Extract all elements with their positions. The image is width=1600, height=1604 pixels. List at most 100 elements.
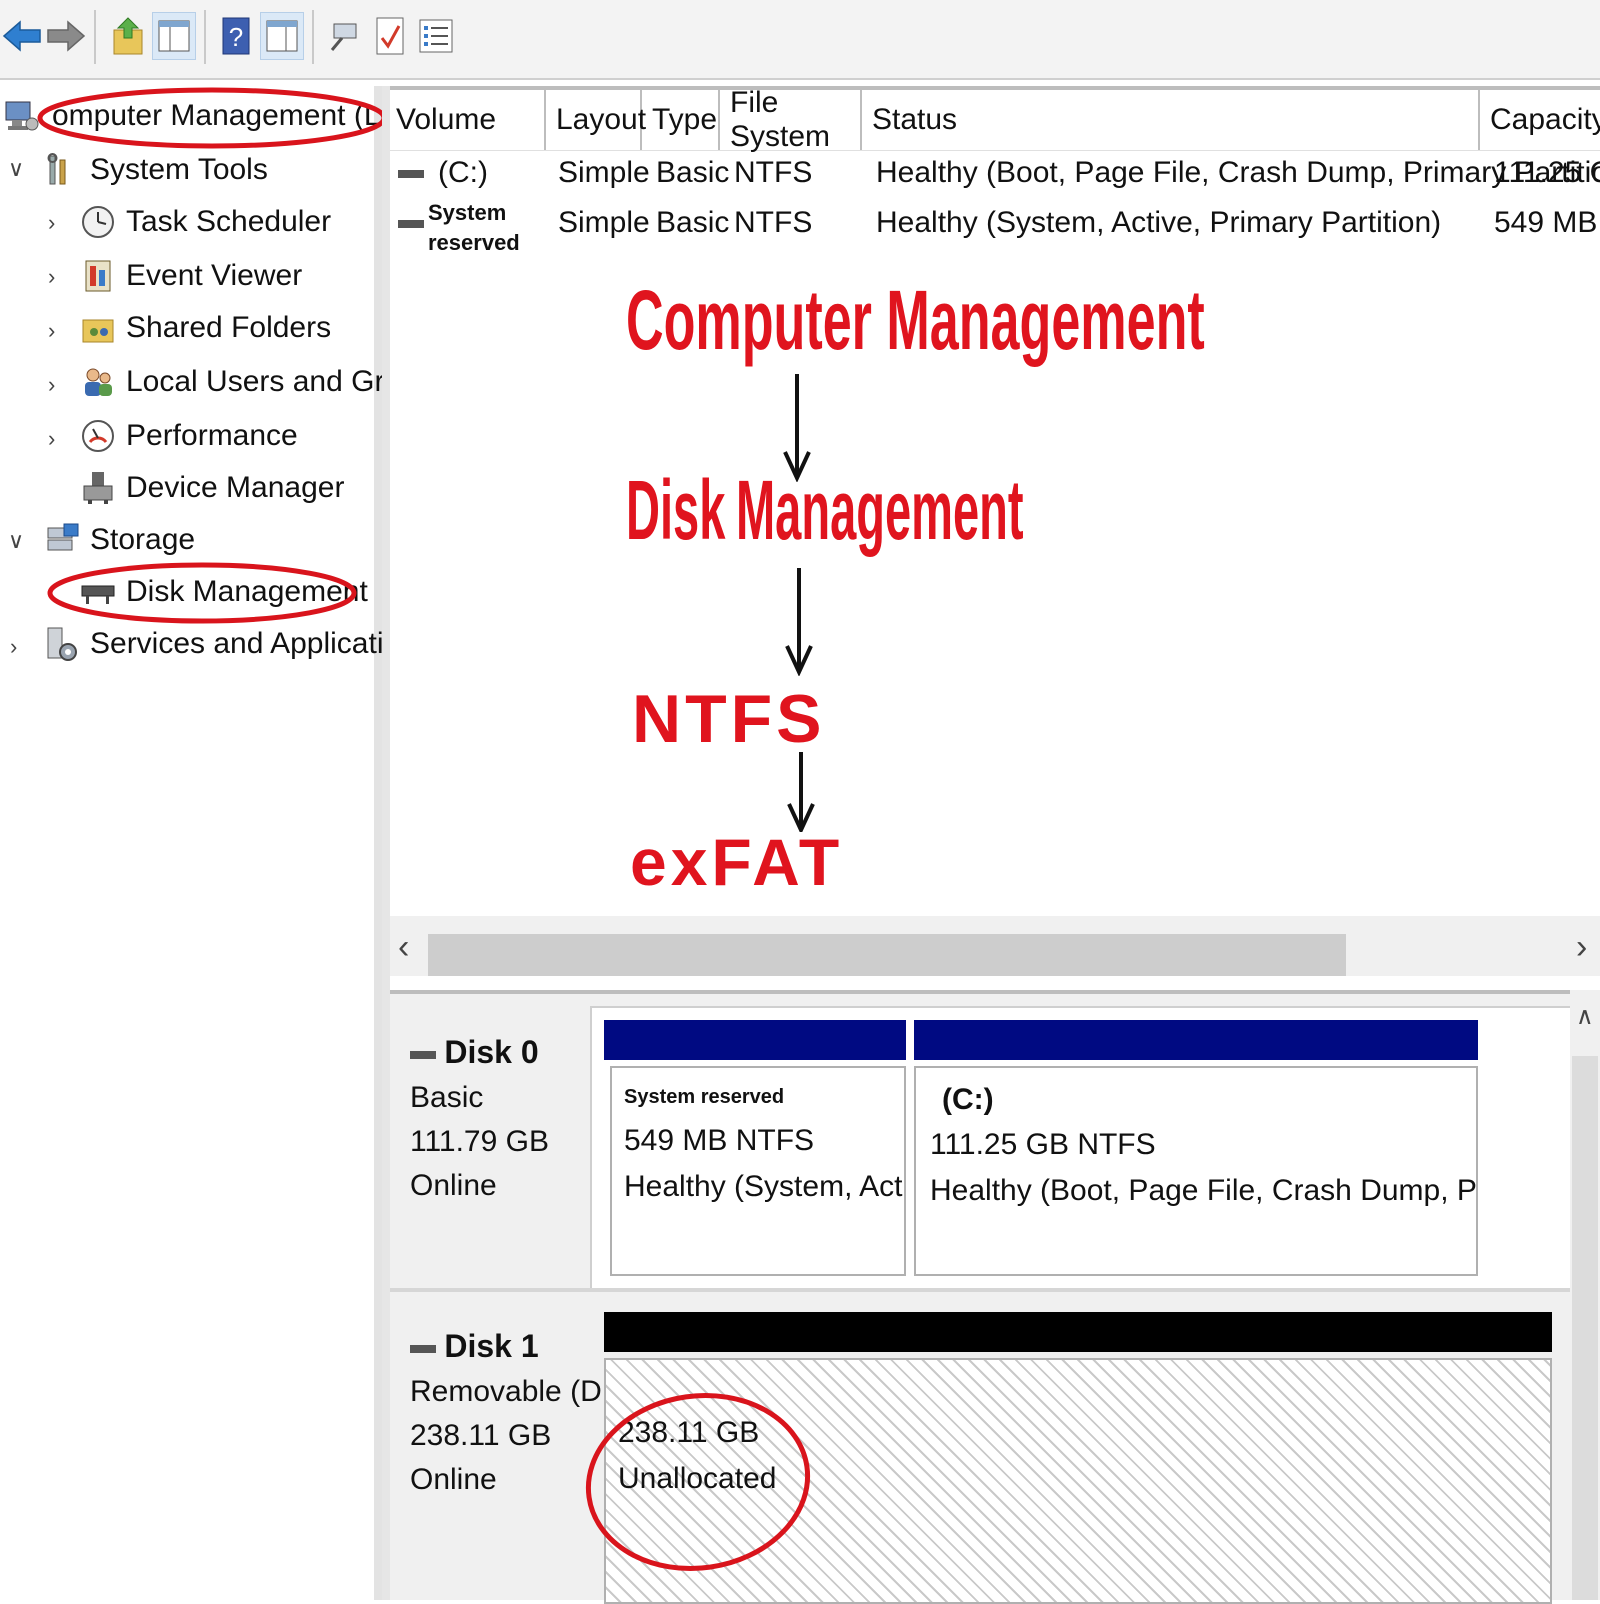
forward-arrow-icon[interactable]: [44, 12, 88, 60]
volume-name: System reserved: [428, 200, 520, 255]
annotation-step-exfat: exFAT: [630, 825, 844, 899]
scroll-right-icon[interactable]: ›: [1576, 928, 1587, 967]
svg-text:?: ?: [229, 22, 243, 52]
tree-item-event-viewer[interactable]: Event Viewer: [80, 252, 302, 300]
event-viewer-icon: [85, 260, 111, 292]
chevron-right-icon[interactable]: ›: [10, 634, 17, 660]
partition-size-fs: 549 MB NTFS: [624, 1124, 815, 1157]
up-folder-icon[interactable]: [106, 12, 150, 60]
volume-layout: Simple: [558, 206, 650, 239]
column-header-file-system[interactable]: File System: [720, 86, 862, 153]
chevron-down-icon[interactable]: ∨: [8, 156, 24, 182]
partition-c[interactable]: (C:) 111.25 GB NTFS Healthy (Boot, Page …: [914, 1066, 1478, 1276]
chevron-right-icon[interactable]: ›: [48, 426, 55, 452]
tree-item-device-manager[interactable]: Device Manager: [80, 464, 344, 512]
column-header-type[interactable]: Type: [642, 90, 720, 150]
drive-icon: [410, 1345, 436, 1354]
annotation-step-ntfs: NTFS: [632, 681, 826, 757]
volume-status: Healthy (System, Active, Primary Partiti…: [876, 206, 1442, 239]
partition-title: System reserved: [624, 1086, 785, 1108]
list-icon[interactable]: [414, 12, 458, 60]
pane-splitter[interactable]: [382, 86, 390, 1600]
volume-type: Basic: [656, 206, 730, 239]
disk-graphical-view: Disk 0 Basic 111.79 GB Online System res…: [390, 990, 1600, 1604]
annotation-step-disk: Disk: [626, 463, 726, 557]
volume-list-header: Volume Layout Type File System Status Ca…: [390, 86, 1600, 153]
down-arrow-icon: [787, 752, 815, 832]
volume-type: Basic: [656, 156, 730, 189]
column-header-volume[interactable]: Volume: [390, 90, 546, 150]
console-tree: omputer Management (Loca ∨ System Tools …: [0, 86, 450, 1600]
column-header-status[interactable]: Status: [862, 90, 1480, 150]
partition-color-bar: [604, 1020, 906, 1060]
chevron-right-icon[interactable]: ›: [48, 264, 55, 290]
disk-size: 111.79 GB: [410, 1125, 549, 1158]
disk-name-line: Disk 0: [410, 1030, 549, 1076]
tree-item-label: Event Viewer: [126, 259, 303, 292]
help-icon[interactable]: ?: [214, 12, 258, 60]
drive-icon: [410, 1051, 436, 1060]
horizontal-scrollbar[interactable]: ‹ ›: [390, 916, 1600, 976]
services-icon: [47, 627, 77, 661]
connect-icon[interactable]: [322, 12, 366, 60]
tree-item-label: Services and Applications: [90, 627, 432, 660]
scroll-up-icon[interactable]: ∧: [1576, 1002, 1594, 1031]
volume-file-system: NTFS: [734, 156, 813, 189]
column-header-layout[interactable]: Layout: [546, 90, 646, 150]
chevron-right-icon[interactable]: ›: [48, 318, 55, 344]
partition-status: Healthy (System, Active, P: [624, 1170, 904, 1203]
tree-item-label: Shared Folders: [126, 311, 332, 344]
chevron-down-icon[interactable]: ∨: [8, 528, 24, 554]
drive-icon: [398, 170, 424, 178]
volume-name: (C:): [438, 156, 488, 189]
tools-icon: [47, 153, 66, 185]
properties-check-icon[interactable]: [368, 12, 412, 60]
disk-divider: [390, 1288, 1570, 1292]
back-arrow-icon[interactable]: [0, 12, 44, 60]
disk-state: Online: [410, 1169, 497, 1202]
disk-name: Disk 1: [444, 1328, 539, 1364]
annotation-step-computer-management: Computer Management: [626, 273, 1205, 367]
tree-item-shared-folders[interactable]: Shared Folders: [80, 304, 331, 352]
highlight-ellipse: [585, 1392, 811, 1572]
chevron-right-icon[interactable]: ›: [48, 372, 55, 398]
show-hide-tree-icon[interactable]: [152, 12, 196, 60]
partition-color-bar: [604, 1312, 1552, 1352]
partition-size-fs: 111.25 GB NTFS: [930, 1128, 1156, 1161]
disk-kind: Basic: [410, 1081, 484, 1114]
shared-folder-icon: [82, 319, 114, 343]
highlight-ellipse: [37, 87, 387, 149]
performance-gauge-icon: [82, 420, 114, 452]
volume-file-system: NTFS: [734, 206, 813, 239]
chevron-right-icon[interactable]: ›: [48, 210, 55, 236]
highlight-ellipse: [47, 562, 357, 624]
tree-item-label: Task Scheduler: [126, 205, 332, 238]
scrollbar-thumb[interactable]: [428, 934, 1346, 976]
tree-item-storage[interactable]: Storage: [44, 516, 195, 564]
users-icon: [85, 368, 112, 396]
partition-system-reserved[interactable]: System reserved 549 MB NTFS Healthy (Sys…: [610, 1066, 906, 1276]
vertical-scrollbar[interactable]: ∧: [1570, 990, 1600, 1600]
drive-icon: [398, 220, 424, 228]
volume-layout: Simple: [558, 156, 650, 189]
annotation-step-management: Management: [736, 463, 1024, 557]
tree-item-label: Storage: [90, 523, 196, 556]
device-manager-icon: [83, 472, 113, 504]
clock-icon: [82, 206, 114, 238]
volume-capacity: 549 MB: [1494, 206, 1598, 239]
computer-management-icon: [5, 101, 39, 131]
partition-status: Healthy (Boot, Page File, Crash Dump, Pr…: [930, 1174, 1477, 1207]
scroll-left-icon[interactable]: ‹: [398, 928, 409, 967]
tree-item-services-applications[interactable]: Services and Applications: [44, 620, 432, 668]
tree-item-performance[interactable]: Performance: [80, 412, 298, 460]
tree-item-label: Device Manager: [126, 471, 345, 504]
tree-item-task-scheduler[interactable]: Task Scheduler: [80, 198, 331, 246]
toolbar: ?: [0, 0, 1600, 80]
tree-item-system-tools[interactable]: System Tools: [44, 146, 268, 194]
volume-status: Healthy (Boot, Page File, Crash Dump, Pr…: [876, 156, 1600, 189]
action-pane-icon[interactable]: [260, 12, 304, 60]
scrollbar-thumb[interactable]: [1572, 1056, 1598, 1600]
down-arrow-icon: [785, 568, 813, 676]
volume-capacity: 111.25 G: [1494, 156, 1600, 189]
column-header-capacity[interactable]: Capacity: [1480, 90, 1600, 150]
